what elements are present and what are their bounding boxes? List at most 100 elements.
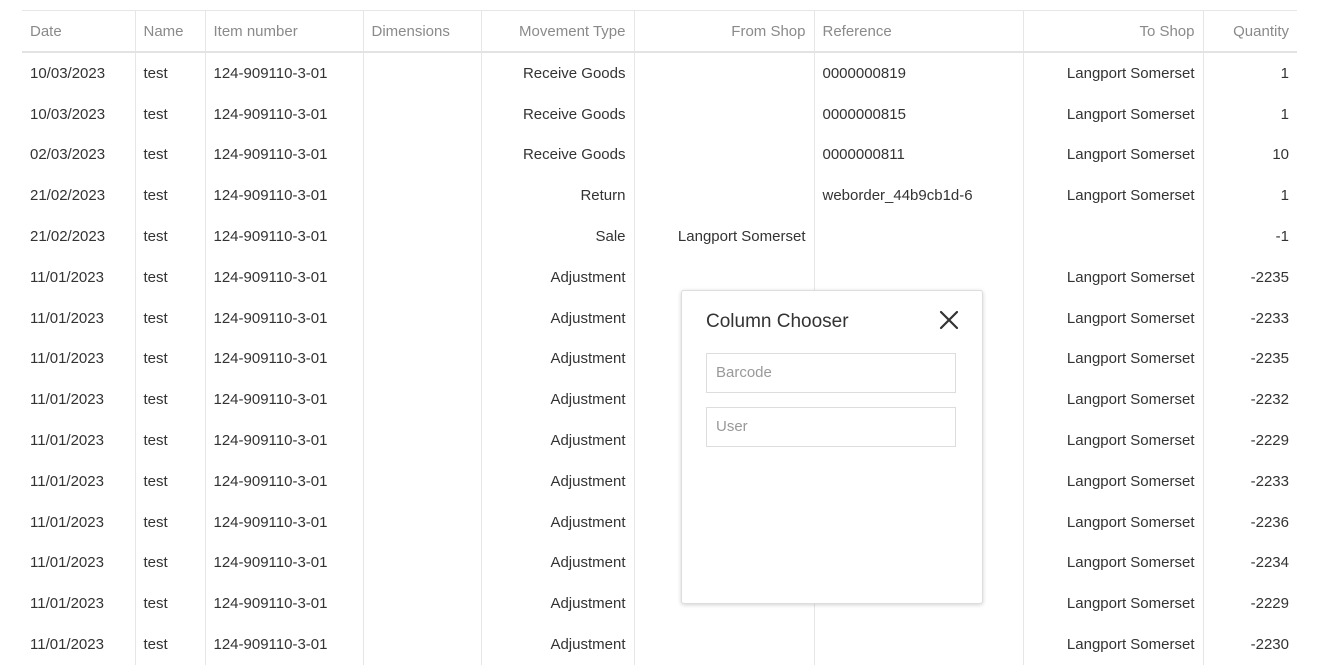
cell-to-shop: Langport Somerset <box>1022 175 1203 217</box>
cell-to-shop: Langport Somerset <box>1022 52 1203 94</box>
cell-name: test <box>134 93 205 135</box>
cell-movement-type: Sale <box>480 216 634 257</box>
column-header-from-shop[interactable]: From Shop <box>633 10 814 53</box>
cell-item-number: 124-909110-3-01 <box>204 420 363 461</box>
cell-date: 10/03/2023 <box>30 64 106 82</box>
table-row[interactable]: 11/01/2023 test 124-909110-3-01 Adjustment L… <box>22 460 1297 502</box>
cell-movement-type: Adjustment <box>480 420 634 461</box>
cell-dimensions <box>362 52 481 94</box>
column-header-item-number[interactable]: Item number <box>204 10 363 53</box>
column-chooser-item-barcode[interactable]: Barcode <box>706 353 956 393</box>
table-row[interactable]: 21/02/2023 test 124-909110-3-01 Sale Langpor… <box>22 216 1297 257</box>
column-chooser-item-user[interactable]: User <box>706 407 956 447</box>
table-row[interactable]: 11/01/2023 test 124-909110-3-01 Adjustment L… <box>22 297 1297 339</box>
cell-reference: 0000000811 <box>813 134 1023 176</box>
cell-dimensions <box>362 379 481 421</box>
cell-name: test <box>134 134 205 176</box>
cell-movement-type: Adjustment <box>480 297 634 339</box>
cell-quantity: -2232 <box>1202 379 1297 421</box>
table-row[interactable]: 11/01/2023 test 124-909110-3-01 Adjustment L… <box>22 420 1297 461</box>
cell-date: 11/01/2023 <box>30 636 104 654</box>
cell-dimensions <box>362 93 481 135</box>
cell-dimensions <box>362 134 481 176</box>
cell-to-shop: Langport Somerset <box>1022 583 1203 625</box>
cell-movement-type: Adjustment <box>480 624 634 665</box>
cell-item-number: 124-909110-3-01 <box>204 379 363 421</box>
table-header: Date Name Item number Dimensions Movemen… <box>22 10 1297 53</box>
column-header-quantity[interactable]: Quantity <box>1202 10 1297 53</box>
cell-quantity: 1 <box>1202 52 1297 94</box>
cell-date: 11/01/2023 <box>30 432 104 450</box>
cell-name: test <box>134 420 205 461</box>
table-row[interactable]: 11/01/2023 test 124-909110-3-01 Adjustment L… <box>22 256 1297 298</box>
table-row[interactable]: 11/01/2023 test 124-909110-3-01 Adjustment L… <box>22 338 1297 380</box>
cell-quantity: 1 <box>1202 175 1297 217</box>
cell-date: 21/02/2023 <box>30 187 106 205</box>
cell-reference: 0000000819 <box>813 52 1023 94</box>
cell-to-shop: Langport Somerset <box>1022 460 1203 502</box>
column-header-to-shop[interactable]: To Shop <box>1022 10 1203 53</box>
header-row: Date Name Item number Dimensions Movemen… <box>22 10 1297 53</box>
column-header-dimensions[interactable]: Dimensions <box>362 10 481 53</box>
cell-item-number: 124-909110-3-01 <box>204 93 363 135</box>
cell-quantity: -2229 <box>1202 583 1297 625</box>
table-row[interactable]: 02/03/2023 test 124-909110-3-01 Receive Goo… <box>22 134 1297 176</box>
cell-from-shop: Langport Somerset <box>633 216 814 257</box>
cell-item-number: 124-909110-3-01 <box>204 134 363 176</box>
table-row[interactable]: 11/01/2023 test 124-909110-3-01 Adjustment L… <box>22 542 1297 584</box>
close-icon[interactable] <box>938 309 960 331</box>
cell-movement-type: Adjustment <box>480 256 634 298</box>
cell-name: test <box>134 297 205 339</box>
column-header-date[interactable]: Date <box>22 10 135 53</box>
column-chooser-dialog[interactable]: Column Chooser Barcode User <box>681 290 983 604</box>
cell-to-shop: Langport Somerset <box>1022 256 1203 298</box>
cell-dimensions <box>362 256 481 298</box>
cell-to-shop: Langport Somerset <box>1022 420 1203 461</box>
column-header-name[interactable]: Name <box>134 10 205 53</box>
data-grid: Date Name Item number Dimensions Movemen… <box>22 10 1297 665</box>
cell-item-number: 124-909110-3-01 <box>204 216 363 257</box>
table-row[interactable]: 10/03/2023 test 124-909110-3-01 Receive Goo… <box>22 93 1297 135</box>
cell-quantity: -2230 <box>1202 624 1297 665</box>
cell-from-shop <box>633 624 814 665</box>
cell-from-shop <box>633 52 814 94</box>
cell-quantity: 1 <box>1202 93 1297 135</box>
table-row[interactable]: 11/01/2023 test 124-909110-3-01 Adjustment L… <box>22 501 1297 543</box>
cell-date: 02/03/2023 <box>30 146 106 164</box>
cell-date: 11/01/2023 <box>30 595 104 613</box>
cell-quantity: -2233 <box>1202 460 1297 502</box>
cell-dimensions <box>362 216 481 257</box>
cell-to-shop: Langport Somerset <box>1022 542 1203 584</box>
table-row[interactable]: 11/01/2023 test 124-909110-3-01 Adjustment L… <box>22 379 1297 421</box>
table-row[interactable]: 11/01/2023 test 124-909110-3-01 Adjustment L… <box>22 583 1297 625</box>
cell-item-number: 124-909110-3-01 <box>204 501 363 543</box>
cell-dimensions <box>362 624 481 665</box>
cell-dimensions <box>362 583 481 625</box>
cell-item-number: 124-909110-3-01 <box>204 52 363 94</box>
cell-date: 11/01/2023 <box>30 472 104 490</box>
column-header-reference[interactable]: Reference <box>813 10 1023 53</box>
table-row[interactable]: 10/03/2023 test 124-909110-3-01 Receive Goo… <box>22 52 1297 94</box>
cell-dimensions <box>362 175 481 217</box>
cell-name: test <box>134 379 205 421</box>
cell-reference: weborder_44b9cb1d-6 <box>813 175 1023 217</box>
column-chooser-title: Column Chooser <box>706 311 849 332</box>
cell-date: 11/01/2023 <box>30 350 104 368</box>
cell-item-number: 124-909110-3-01 <box>204 297 363 339</box>
cell-dimensions <box>362 542 481 584</box>
cell-item-number: 124-909110-3-01 <box>204 583 363 625</box>
table-row[interactable]: 11/01/2023 test 124-909110-3-01 Adjustment L… <box>22 624 1297 665</box>
column-header-movement-type[interactable]: Movement Type <box>480 10 634 53</box>
cell-movement-type: Adjustment <box>480 542 634 584</box>
cell-reference <box>813 216 1023 257</box>
cell-name: test <box>134 256 205 298</box>
cell-to-shop: Langport Somerset <box>1022 379 1203 421</box>
cell-movement-type: Receive Goods <box>480 52 634 94</box>
cell-item-number: 124-909110-3-01 <box>204 338 363 380</box>
cell-name: test <box>134 52 205 94</box>
cell-name: test <box>134 175 205 217</box>
table-row[interactable]: 21/02/2023 test 124-909110-3-01 Return webor… <box>22 175 1297 217</box>
cell-date: 11/01/2023 <box>30 268 104 286</box>
cell-movement-type: Adjustment <box>480 501 634 543</box>
cell-date: 11/01/2023 <box>30 391 104 409</box>
